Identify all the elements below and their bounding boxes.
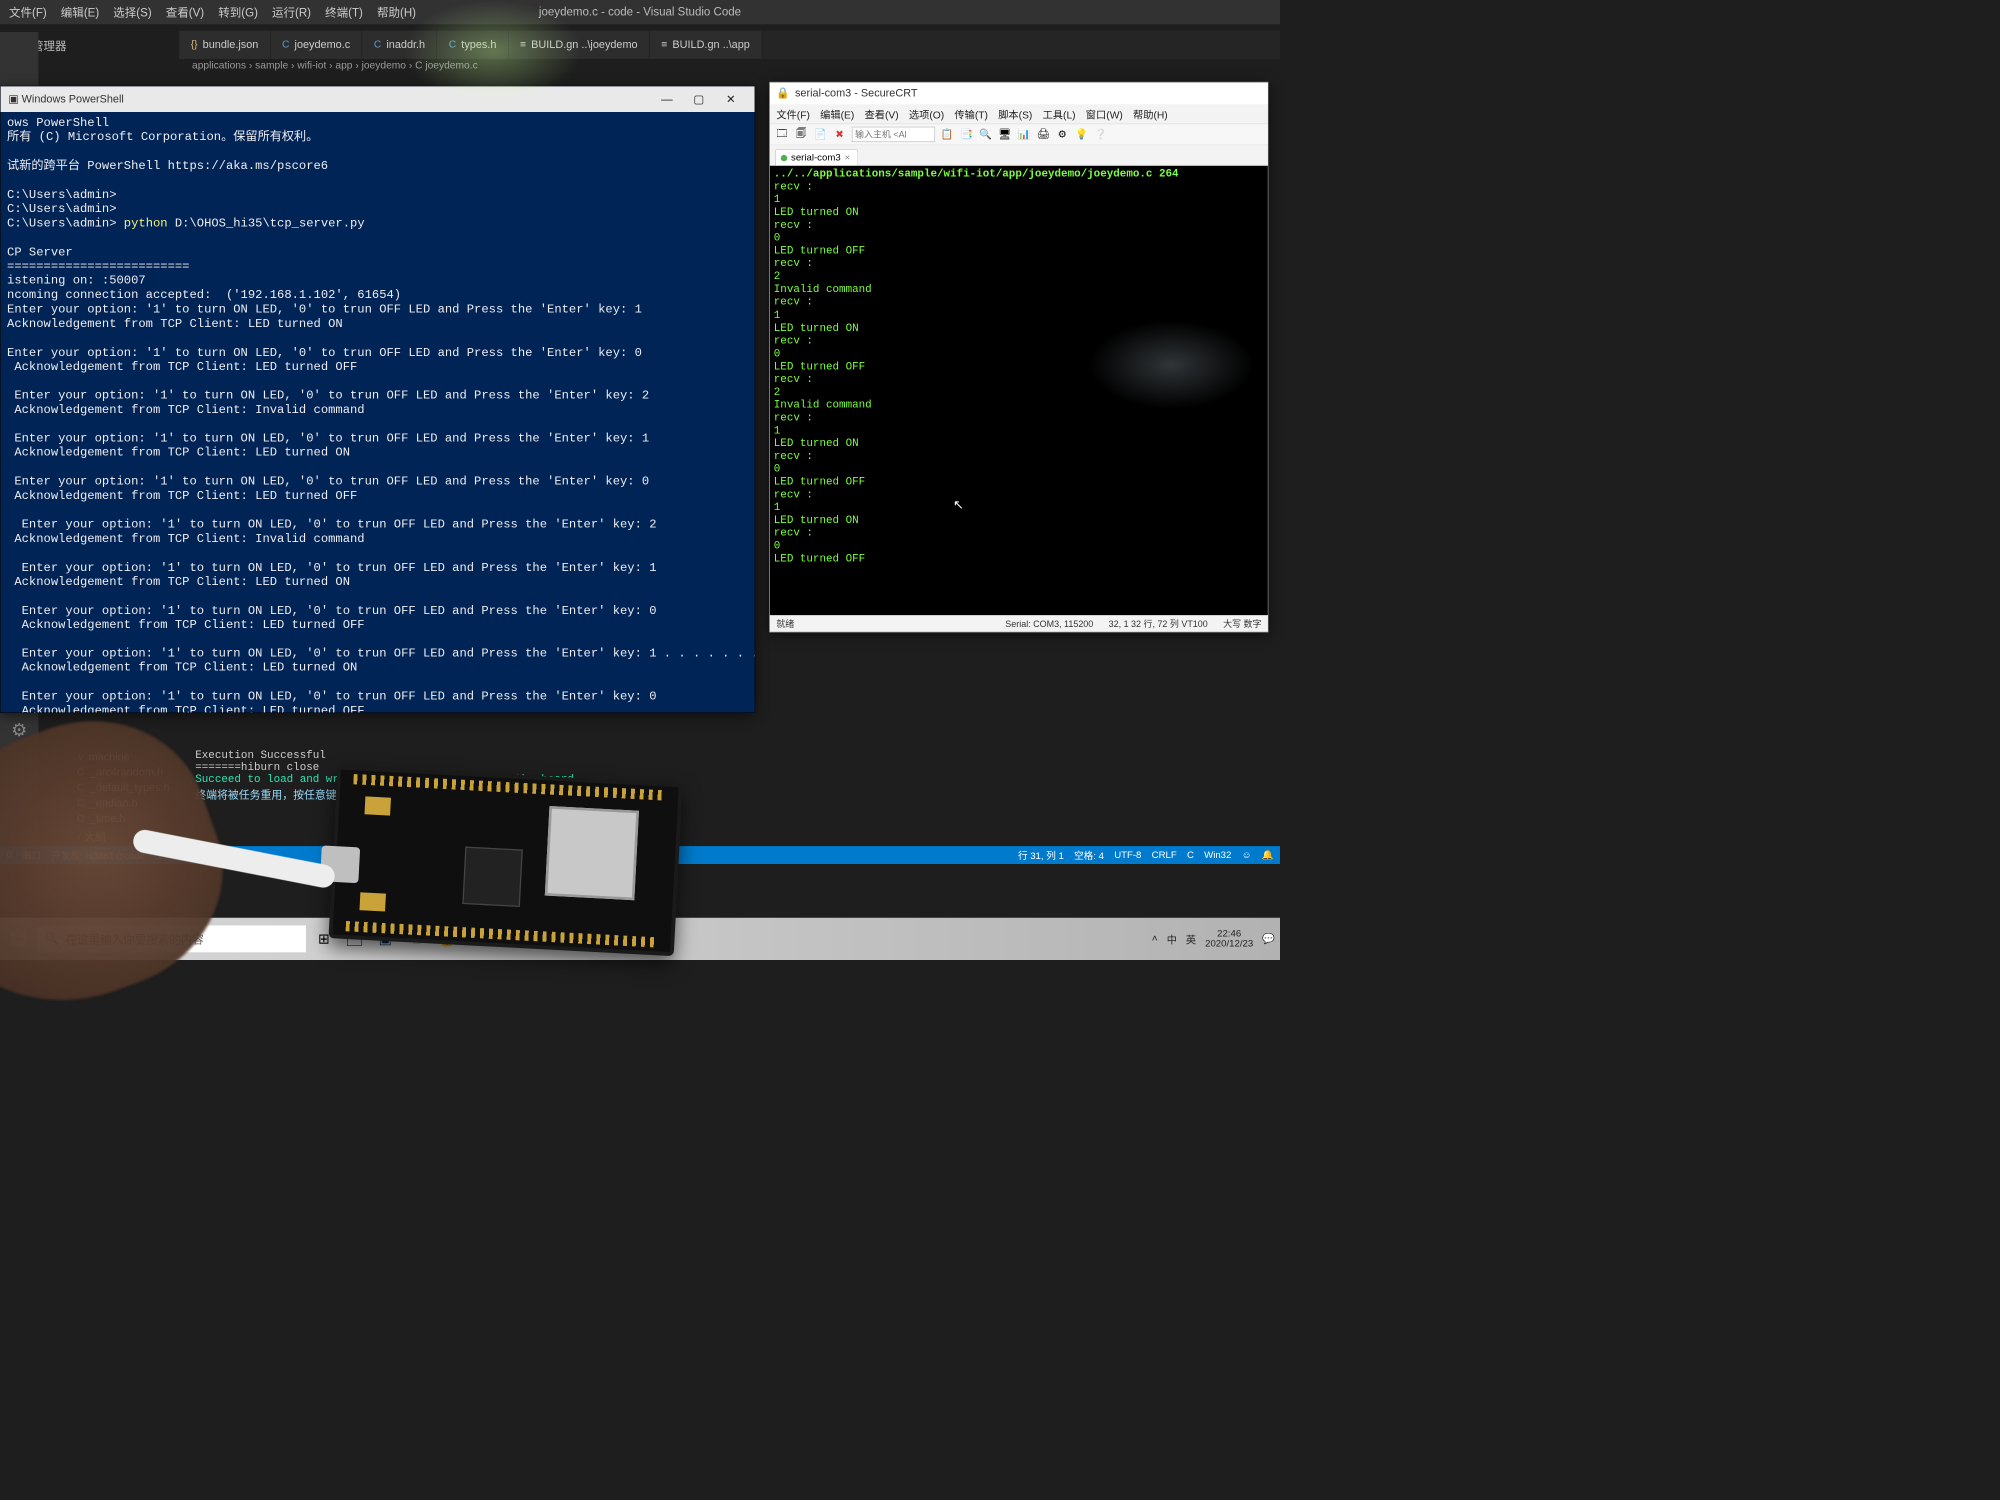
securecrt-toolbar: 🗔 🗐 📄 ✖ 📋 📑 🔍 🖥 📊 🖨 ⚙ 💡 ❔ [770,124,1268,146]
toolbar-icon[interactable]: 🔍 [979,127,993,141]
powershell-window: ▣ Windows PowerShell — ▢ ✕ ows PowerShel… [0,86,755,713]
menu-edit[interactable]: 编辑(E) [61,4,99,21]
toolbar-icon[interactable]: 📄 [813,127,827,141]
host-input[interactable] [852,127,935,142]
c-file-icon: C [282,39,289,51]
toolbar-icon[interactable]: 🗐 [794,127,808,141]
vscode-editor-tabs: {} bundle.json C joeydemo.c C inaddr.h C… [179,31,1280,59]
menu-window[interactable]: 窗口(W) [1086,106,1123,121]
tab-label: serial-com3 [791,152,841,163]
menu-script[interactable]: 脚本(S) [998,106,1032,121]
tab-label: BUILD.gn ..\app [672,38,749,51]
feedback-icon[interactable]: ☺ [1242,850,1252,861]
ime-mode[interactable]: 英 [1186,931,1196,946]
toolbar-icon[interactable]: 📑 [959,127,973,141]
menu-select[interactable]: 选择(S) [113,4,151,21]
menu-run[interactable]: 运行(R) [272,4,311,21]
disconnect-icon[interactable]: ✖ [833,127,847,141]
dev-board-photograph [329,765,683,956]
vscode-window-title: joeydemo.c - code - Visual Studio Code [539,5,741,18]
tab-label: types.h [461,38,496,51]
mouse-cursor-icon: ↖ [953,499,964,514]
toolbar-icon[interactable]: 🗔 [775,127,789,141]
menu-terminal[interactable]: 终端(T) [325,4,363,21]
minimize-button[interactable]: — [651,86,683,112]
toolbar-icon[interactable]: ⚙ [1055,127,1069,141]
close-button[interactable]: ✕ [715,86,747,112]
tab-joeydemo-c[interactable]: C joeydemo.c [271,31,363,59]
status-dot-icon [781,155,787,161]
tray-clock[interactable]: 22:46 2020/12/23 [1205,928,1253,949]
status-language[interactable]: C [1187,850,1194,861]
securecrt-tabbar: serial-com3 × [770,145,1268,165]
menu-transfer[interactable]: 传输(T) [954,106,988,121]
securecrt-statusbar: 就绪 Serial: COM3, 115200 32, 1 32 行, 72 列… [770,615,1268,632]
notifications-icon[interactable]: 🔔 [1262,849,1274,861]
status-eol[interactable]: CRLF [1152,850,1177,861]
menu-file[interactable]: 文件(F) [776,106,810,121]
tab-label: joeydemo.c [295,38,351,51]
securecrt-menubar: 文件(F) 编辑(E) 查看(V) 选项(O) 传输(T) 脚本(S) 工具(L… [770,104,1268,123]
maximize-button[interactable]: ▢ [683,86,715,112]
securecrt-titlebar[interactable]: 🔒 serial-com3 - SecureCRT [770,83,1268,105]
menu-edit[interactable]: 编辑(E) [820,106,854,121]
menu-tools[interactable]: 工具(L) [1043,106,1076,121]
notifications-icon[interactable]: 💬 [1262,932,1275,945]
toolbar-icon[interactable]: 📋 [940,127,954,141]
tray-chevron-up-icon[interactable]: ˄ [1152,933,1158,945]
tab-label: BUILD.gn ..\joeydemo [531,38,637,51]
status-rows: 32, 1 32 行, 72 列 VT100 [1109,617,1208,630]
status-ready: 就绪 [776,617,794,630]
securecrt-window: 🔒 serial-com3 - SecureCRT 文件(F) 编辑(E) 查看… [769,82,1268,632]
toolbar-help-icon[interactable]: ❔ [1094,127,1108,141]
window-title: Windows PowerShell [22,93,124,106]
build-file-icon: ≡ [661,39,667,51]
tab-label: bundle.json [203,38,259,51]
menu-view[interactable]: 查看(V) [865,106,899,121]
status-caps: 大写 数字 [1223,617,1261,630]
toolbar-icon[interactable]: 🖥 [998,127,1012,141]
securecrt-icon: 🔒 [776,87,790,100]
toolbar-icon[interactable]: 💡 [1075,127,1089,141]
tab-label: inaddr.h [386,38,425,51]
window-title: serial-com3 - SecureCRT [795,87,918,100]
powershell-terminal[interactable]: ows PowerShell 所有 (C) Microsoft Corporat… [1,112,755,712]
c-file-icon: C [374,39,381,51]
build-file-icon: ≡ [520,39,526,51]
terminal-line: Execution Successful [195,749,1261,761]
system-tray: ˄ 中 英 22:46 2020/12/23 💬 [1152,928,1275,949]
tab-build-gn-joeydemo[interactable]: ≡ BUILD.gn ..\joeydemo [509,31,650,59]
securecrt-terminal[interactable]: ../../applications/sample/wifi-iot/app/j… [770,166,1268,615]
toolbar-icon[interactable]: 📊 [1017,127,1031,141]
powershell-titlebar[interactable]: ▣ Windows PowerShell — ▢ ✕ [1,86,755,112]
status-cursor[interactable]: 行 31, 列 1 [1018,848,1064,861]
menu-help[interactable]: 帮助(H) [1133,106,1168,121]
status-platform[interactable]: Win32 [1204,850,1231,861]
c-file-icon: C [449,39,456,51]
menu-options[interactable]: 选项(O) [909,106,944,121]
status-encoding[interactable]: UTF-8 [1114,850,1141,861]
menu-goto[interactable]: 转到(G) [218,4,258,21]
toolbar-icon[interactable]: 🖨 [1036,127,1050,141]
menu-file[interactable]: 文件(F) [9,4,47,21]
ime-indicator[interactable]: 中 [1167,931,1177,946]
session-tab-serial-com3[interactable]: serial-com3 × [775,149,858,166]
breadcrumb[interactable]: applications › sample › wifi-iot › app ›… [192,60,478,72]
tab-inaddr-h[interactable]: C inaddr.h [362,31,437,59]
menu-help[interactable]: 帮助(H) [377,4,416,21]
status-indent[interactable]: 空格: 4 [1074,848,1104,861]
tray-date: 2020/12/23 [1205,939,1253,950]
status-connection: Serial: COM3, 115200 [1005,619,1093,629]
tab-types-h[interactable]: C types.h [437,31,508,59]
menu-view[interactable]: 查看(V) [166,4,204,21]
tab-build-gn-app[interactable]: ≡ BUILD.gn ..\app [650,31,762,59]
tab-close-icon[interactable]: × [845,152,851,163]
tab-bundle-json[interactable]: {} bundle.json [179,31,270,59]
powershell-icon: ▣ [8,93,18,106]
json-icon: {} [191,39,198,51]
